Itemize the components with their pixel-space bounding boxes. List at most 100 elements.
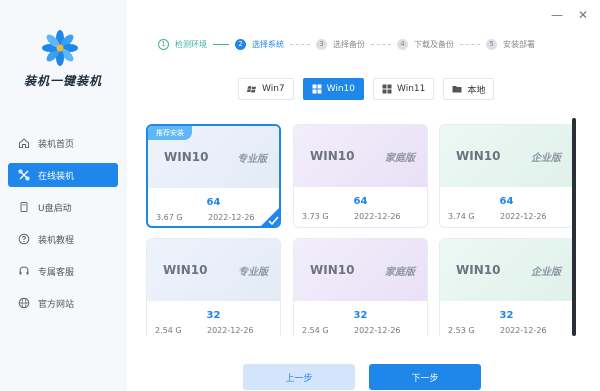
sidebar-item-website[interactable]: 官方网站: [8, 291, 118, 315]
sidebar-item-tutorial[interactable]: 装机教程: [8, 227, 118, 251]
system-card[interactable]: WIN10 专业版 32 2.54 G 2022-12-26: [146, 238, 281, 336]
step-detect-environment: 1 检测环境: [158, 38, 207, 50]
step-label: 下载及备份: [414, 39, 454, 49]
sidebar-item-label: 装机教程: [38, 235, 75, 246]
tab-win11[interactable]: Win11: [373, 78, 435, 100]
online-install-icon: [18, 169, 30, 181]
release-date: 2022-12-26: [207, 326, 254, 335]
globe-icon: [18, 297, 30, 309]
release-date: 2022-12-26: [208, 213, 255, 222]
edition-name: 专业版: [238, 267, 268, 278]
help-icon: [18, 233, 30, 245]
tab-win10[interactable]: Win10: [302, 78, 364, 100]
sidebar-item-label: 官方网站: [38, 299, 75, 310]
recommend-badge: 推荐安装: [148, 126, 192, 140]
sidebar-item-support[interactable]: 专属客服: [8, 259, 118, 283]
card-banner: WIN10 专业版 推荐安装: [148, 126, 279, 188]
image-size: 2.53 G: [448, 326, 475, 335]
step-label: 检测环境: [175, 39, 207, 49]
sidebar-item-online-install[interactable]: 在线装机: [8, 163, 118, 187]
sidebar-nav: 装机首页 在线装机 U盘启动 装机教程 专属客服 官方网站: [8, 131, 118, 323]
card-banner: WIN10 专业版: [147, 239, 280, 301]
usb-icon: [18, 201, 30, 213]
architecture-bits: 32: [499, 310, 514, 321]
release-date: 2022-12-26: [354, 326, 401, 335]
sidebar-item-label: 装机首页: [38, 139, 75, 150]
edition-name: 企业版: [531, 153, 561, 164]
next-step-button[interactable]: 下一步: [369, 364, 481, 390]
tab-label: 本地: [467, 85, 486, 96]
image-size: 2.54 G: [302, 326, 329, 335]
os-name: WIN10: [163, 263, 208, 277]
release-date: 2022-12-26: [500, 212, 547, 221]
grid-scrollbar[interactable]: [572, 118, 576, 336]
step-number: 1: [158, 38, 169, 50]
windows-icon: [382, 84, 392, 94]
step-label: 选择备份: [333, 39, 365, 49]
image-size: 2.54 G: [155, 326, 182, 335]
edition-name: 家庭版: [385, 153, 415, 164]
tab-local[interactable]: 本地: [443, 78, 495, 100]
headset-icon: [18, 265, 30, 277]
home-icon: [18, 137, 30, 149]
step-select-backup: 3 选择备份: [316, 38, 365, 50]
step-number: 5: [486, 38, 497, 50]
architecture-bits: 32: [353, 310, 368, 321]
selected-check-icon: [260, 207, 279, 226]
windows-icon: [312, 84, 322, 94]
sidebar-item-home[interactable]: 装机首页: [8, 131, 118, 155]
image-size: 3.73 G: [302, 212, 329, 221]
sidebar-item-label: 在线装机: [38, 171, 75, 182]
image-size: 3.67 G: [156, 213, 183, 222]
step-label: 安装部署: [503, 39, 535, 49]
tab-win7[interactable]: Win7: [238, 78, 294, 100]
architecture-bits: 64: [353, 196, 368, 207]
tab-label: Win11: [397, 84, 426, 94]
edition-name: 家庭版: [385, 267, 415, 278]
edition-name: 专业版: [237, 154, 267, 165]
release-date: 2022-12-26: [500, 326, 547, 335]
sidebar-item-label: 专属客服: [38, 267, 75, 278]
minimize-button[interactable]: —: [550, 8, 564, 22]
os-name: WIN10: [456, 149, 501, 163]
step-progress: 1 检测环境 2 选择系统 3 选择备份 4 下载及备份 5 安装部署: [158, 36, 535, 52]
release-date: 2022-12-26: [354, 212, 401, 221]
os-name: WIN10: [310, 263, 355, 277]
architecture-bits: 64: [499, 196, 514, 207]
folder-icon: [452, 84, 462, 94]
image-size: 3.74 G: [448, 212, 475, 221]
close-button[interactable]: ✕: [576, 8, 590, 22]
edition-name: 企业版: [531, 267, 561, 278]
system-card[interactable]: WIN10 家庭版 64 3.73 G 2022-12-26: [293, 124, 428, 228]
card-banner: WIN10 企业版: [440, 125, 573, 187]
app-logo-icon: [42, 30, 78, 66]
system-image-grid: WIN10 专业版 推荐安装 64 3.67 G 2022-12-26 WIN1…: [146, 124, 578, 336]
system-card[interactable]: WIN10 企业版 32 2.53 G 2022-12-26: [439, 238, 574, 336]
tab-label: Win7: [262, 84, 285, 94]
card-banner: WIN10 企业版: [440, 239, 573, 301]
step-number: 3: [316, 38, 327, 50]
system-card[interactable]: WIN10 家庭版 32 2.54 G 2022-12-26: [293, 238, 428, 336]
step-number: 2: [235, 38, 246, 50]
win7-icon: [247, 84, 257, 94]
step-install-deploy: 5 安装部署: [486, 38, 535, 50]
card-banner: WIN10 家庭版: [294, 239, 427, 301]
previous-step-button[interactable]: 上一步: [243, 364, 355, 390]
architecture-bits: 32: [206, 310, 221, 321]
system-card[interactable]: WIN10 专业版 推荐安装 64 3.67 G 2022-12-26: [146, 124, 281, 228]
step-connector: [290, 43, 310, 45]
os-name: WIN10: [164, 150, 209, 164]
step-number: 4: [397, 38, 408, 50]
os-name: WIN10: [456, 263, 501, 277]
step-label: 选择系统: [252, 39, 284, 49]
os-tabs: Win7 Win10 Win11 本地: [238, 78, 503, 102]
step-connector: [460, 43, 480, 45]
tab-label: Win10: [326, 84, 355, 94]
step-connector: [371, 43, 391, 45]
brand-name: 装机一键装机: [23, 74, 102, 88]
system-card[interactable]: WIN10 企业版 64 3.74 G 2022-12-26: [439, 124, 574, 228]
step-select-system: 2 选择系统: [235, 38, 284, 50]
os-name: WIN10: [310, 149, 355, 163]
sidebar-item-usb-boot[interactable]: U盘启动: [8, 195, 118, 219]
step-connector: [213, 43, 229, 45]
